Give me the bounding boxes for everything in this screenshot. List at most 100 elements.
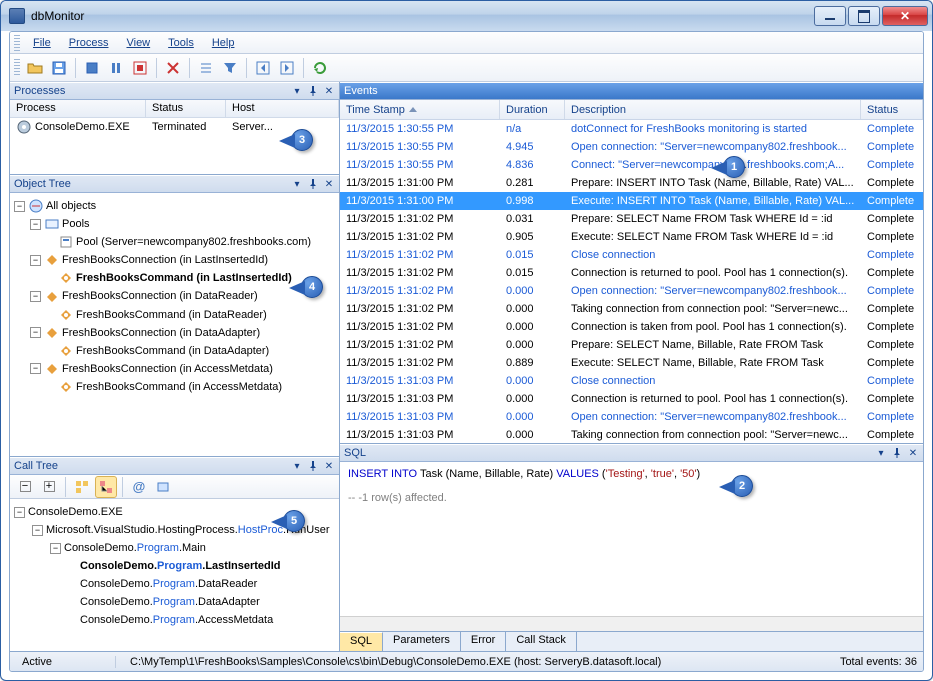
col-timestamp[interactable]: Time Stamp (340, 100, 500, 119)
event-row[interactable]: 11/3/2015 1:31:03 PM0.000Connection is r… (340, 390, 923, 408)
event-row[interactable]: 11/3/2015 1:31:02 PM0.000Connection is t… (340, 318, 923, 336)
tab-parameters[interactable]: Parameters (383, 632, 461, 651)
pause-button[interactable] (105, 57, 127, 79)
event-row[interactable]: 11/3/2015 1:31:03 PM0.000Close connectio… (340, 372, 923, 390)
dropdown-icon[interactable]: ▾ (291, 460, 303, 472)
tree-node[interactable]: ConsoleDemo.Program.DataReader (14, 575, 335, 593)
tree-label[interactable]: FreshBooksConnection (in LastInsertedId) (62, 254, 268, 266)
terminate-button[interactable] (129, 57, 151, 79)
event-row[interactable]: 11/3/2015 1:30:55 PM4.836Connect: "Serve… (340, 156, 923, 174)
collapse-icon[interactable]: − (14, 201, 25, 212)
frame-button[interactable] (152, 476, 174, 498)
tree-label[interactable]: FreshBooksCommand (in DataAdapter) (76, 345, 269, 357)
list-button[interactable] (195, 57, 217, 79)
group-button[interactable] (71, 476, 93, 498)
refresh-button[interactable] (309, 57, 331, 79)
nav-next-button[interactable] (276, 57, 298, 79)
event-row[interactable]: 11/3/2015 1:31:02 PM0.000Taking connecti… (340, 300, 923, 318)
horizontal-scrollbar[interactable] (340, 616, 923, 631)
event-row[interactable]: 11/3/2015 1:31:02 PM0.889Execute: SELECT… (340, 354, 923, 372)
pin-icon[interactable] (307, 460, 319, 472)
tree-label[interactable]: FreshBooksConnection (in DataAdapter) (62, 327, 260, 339)
col-duration[interactable]: Duration (500, 100, 565, 119)
tab-error[interactable]: Error (461, 632, 506, 651)
event-row[interactable]: 11/3/2015 1:31:03 PM0.000Taking connecti… (340, 426, 923, 442)
event-row[interactable]: 11/3/2015 1:30:55 PM4.945Open connection… (340, 138, 923, 156)
pin-icon[interactable] (307, 85, 319, 97)
tree-node[interactable]: ConsoleDemo.Program.AccessMetdata (14, 611, 335, 629)
col-host[interactable]: Host (226, 100, 339, 117)
close-button[interactable]: ✕ (882, 6, 928, 26)
delete-button[interactable] (162, 57, 184, 79)
at-button[interactable]: @ (128, 476, 150, 498)
minimize-button[interactable] (814, 6, 846, 26)
collapse-icon[interactable]: − (30, 219, 41, 230)
col-status[interactable]: Status (146, 100, 226, 117)
event-row[interactable]: 11/3/2015 1:31:02 PM0.031Prepare: SELECT… (340, 210, 923, 228)
tree-label[interactable]: Pools (62, 218, 90, 230)
close-icon[interactable]: ✕ (907, 447, 919, 459)
event-row[interactable]: 11/3/2015 1:31:00 PM0.998Execute: INSERT… (340, 192, 923, 210)
collapse-icon[interactable]: − (30, 291, 41, 302)
tree-node[interactable]: −All objects (14, 197, 335, 215)
col-process[interactable]: Process (10, 100, 146, 117)
stop-button[interactable] (81, 57, 103, 79)
col-description[interactable]: Description (565, 100, 861, 119)
collapse-icon[interactable]: − (30, 255, 41, 266)
sql-text[interactable]: INSERT INTO Task (Name, Billable, Rate) … (340, 462, 923, 616)
nav-prev-button[interactable] (252, 57, 274, 79)
event-row[interactable]: 11/3/2015 1:30:55 PMn/adotConnect for Fr… (340, 120, 923, 138)
tree-label[interactable]: FreshBooksCommand (in AccessMetdata) (76, 381, 282, 393)
tab-sql[interactable]: SQL (340, 632, 383, 651)
titlebar[interactable]: dbMonitor ✕ (1, 1, 932, 31)
events-grid[interactable]: 11/3/2015 1:30:55 PMn/adotConnect for Fr… (340, 120, 923, 442)
open-file-button[interactable] (24, 57, 46, 79)
col-status[interactable]: Status (861, 100, 923, 119)
tree-node[interactable]: −ConsoleDemo.Program.Main (14, 539, 335, 557)
close-icon[interactable]: ✕ (323, 460, 335, 472)
menu-file[interactable]: File (24, 33, 60, 53)
pin-icon[interactable] (307, 178, 319, 190)
menu-tools[interactable]: Tools (159, 33, 203, 53)
collapse-icon[interactable]: − (32, 525, 43, 536)
events-header[interactable]: Events (340, 82, 923, 100)
event-row[interactable]: 11/3/2015 1:31:00 PM0.281Prepare: INSERT… (340, 174, 923, 192)
sql-header[interactable]: SQL ▾ ✕ (340, 444, 923, 462)
call-tree-header[interactable]: Call Tree ▾ ✕ (10, 457, 339, 475)
menu-view[interactable]: View (117, 33, 159, 53)
object-tree-header[interactable]: Object Tree ▾ ✕ (10, 175, 339, 193)
event-row[interactable]: 11/3/2015 1:31:02 PM0.015Close connectio… (340, 246, 923, 264)
event-row[interactable]: 11/3/2015 1:31:02 PM0.000Prepare: SELECT… (340, 336, 923, 354)
pin-icon[interactable] (891, 447, 903, 459)
tree-label[interactable]: Pool (Server=newcompany802.freshbooks.co… (76, 236, 311, 248)
dropdown-icon[interactable]: ▾ (291, 85, 303, 97)
tab-callstack[interactable]: Call Stack (506, 632, 577, 651)
filter-button[interactable] (219, 57, 241, 79)
collapse-icon[interactable]: − (14, 507, 25, 518)
tree-label[interactable]: FreshBooksConnection (in DataReader) (62, 291, 258, 303)
tree-label[interactable]: FreshBooksConnection (in AccessMetdata) (62, 363, 273, 375)
event-row[interactable]: 11/3/2015 1:31:02 PM0.015Connection is r… (340, 264, 923, 282)
expand-all-button[interactable]: + (38, 476, 60, 498)
hierarchy-button[interactable] (95, 476, 117, 498)
tree-label[interactable]: FreshBooksCommand (in LastInsertedId) (76, 272, 292, 284)
maximize-button[interactable] (848, 6, 880, 26)
event-row[interactable]: 11/3/2015 1:31:03 PM0.000Open connection… (340, 408, 923, 426)
menu-process[interactable]: Process (60, 33, 118, 53)
tree-node[interactable]: ConsoleDemo.Program.DataAdapter (14, 593, 335, 611)
grip-icon[interactable] (14, 59, 20, 77)
dropdown-icon[interactable]: ▾ (875, 447, 887, 459)
collapse-icon[interactable]: − (30, 363, 41, 374)
event-row[interactable]: 11/3/2015 1:31:02 PM0.000Open connection… (340, 282, 923, 300)
collapse-icon[interactable]: − (30, 327, 41, 338)
dropdown-icon[interactable]: ▾ (291, 178, 303, 190)
event-row[interactable]: 11/3/2015 1:31:02 PM0.905Execute: SELECT… (340, 228, 923, 246)
collapse-all-button[interactable]: − (14, 476, 36, 498)
close-icon[interactable]: ✕ (323, 85, 335, 97)
menu-help[interactable]: Help (203, 33, 244, 53)
processes-header[interactable]: Processes ▾ ✕ (10, 82, 339, 100)
grip-icon[interactable] (14, 35, 20, 51)
collapse-icon[interactable]: − (50, 543, 61, 554)
tree-node[interactable]: ConsoleDemo.Program.LastInsertedId (14, 557, 335, 575)
save-button[interactable] (48, 57, 70, 79)
